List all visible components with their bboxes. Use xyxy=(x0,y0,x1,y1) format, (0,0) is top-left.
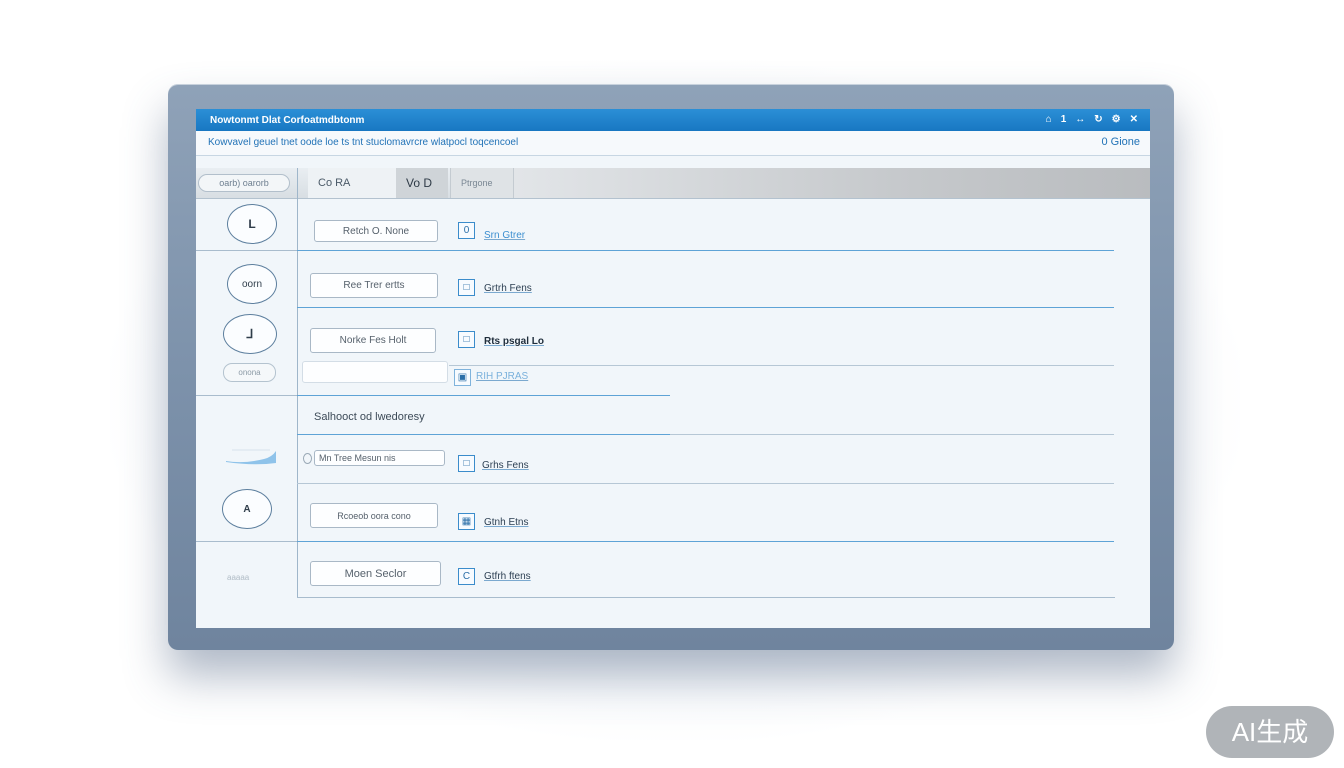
row-action-button[interactable]: Norke Fes Holt xyxy=(310,328,436,353)
row-action-button[interactable]: Ree Trer ertts xyxy=(310,273,438,298)
tab-coria[interactable]: Co RA xyxy=(308,168,396,198)
row-action-button[interactable]: Mn Tree Mesun nis xyxy=(314,450,445,466)
row-link[interactable]: Gtfrh ftens xyxy=(484,571,531,582)
tab-vod[interactable]: Vo D xyxy=(396,168,448,198)
avatar-caption: onona xyxy=(223,363,276,382)
section-separator xyxy=(297,434,670,435)
wave-icon xyxy=(226,449,276,465)
column-divider xyxy=(297,168,298,598)
row-separator xyxy=(297,541,1114,542)
avatar-glyph: L xyxy=(248,217,256,231)
row-link[interactable]: Gtnh Etns xyxy=(484,517,528,528)
app-window: Nowtonmt Dlat Corfoatmdbtonm ⌂ 1 ↔ ↻ ⚙ ✕… xyxy=(196,109,1150,628)
sub-header: Kowvavel geuel tnet oode loe ts tnt stuc… xyxy=(196,131,1150,156)
item-count[interactable]: 0 Gione xyxy=(1101,136,1140,148)
section-separator-tail xyxy=(670,434,1114,435)
avatar-label: oorn xyxy=(241,278,262,290)
row-link[interactable]: Grtrh Fens xyxy=(484,283,532,294)
row-separator xyxy=(297,395,670,396)
avatar[interactable]: oorn xyxy=(227,264,277,304)
ai-generated-badge: AI生成 xyxy=(1206,706,1334,758)
row-separator xyxy=(449,365,1114,366)
row-checkbox[interactable]: □ xyxy=(458,331,475,348)
row-link[interactable]: Srn Gtrer xyxy=(484,230,525,241)
row-checkbox[interactable]: C xyxy=(458,568,475,585)
row-checkbox[interactable]: 0 xyxy=(458,222,475,239)
section-title: Salhooct od lwedoresy xyxy=(314,411,425,423)
row-link[interactable]: RIH PJRAS xyxy=(476,371,528,382)
row-action-button[interactable]: Moen Seclor xyxy=(310,561,441,586)
left-separator xyxy=(196,541,297,542)
tab-ptrgone[interactable]: Ptrgone xyxy=(450,168,514,198)
avatar[interactable]: L xyxy=(227,204,277,244)
radio-button[interactable] xyxy=(303,453,312,464)
title-controls: ⌂ 1 ↔ ↻ ⚙ ✕ xyxy=(1046,109,1138,131)
bottom-separator xyxy=(297,597,1115,598)
side-filter-tab[interactable]: oarb) oarorb xyxy=(198,174,290,192)
row-action-button[interactable]: Rcoeob oora cono xyxy=(310,503,438,528)
avatar-glyph: ⅃ xyxy=(246,327,254,341)
left-separator xyxy=(196,250,297,251)
avatar[interactable]: ⅃ xyxy=(223,314,277,354)
home-icon[interactable]: ⌂ xyxy=(1046,109,1052,131)
header-description: Kowvavel geuel tnet oode loe ts tnt stuc… xyxy=(208,137,519,148)
avatar[interactable]: A xyxy=(222,489,272,529)
row-separator xyxy=(297,307,1114,308)
row-separator xyxy=(297,483,1114,484)
tab-bar: oarb) oarorb Co RA Vo D Ptrgone xyxy=(196,168,1150,199)
gear-icon[interactable]: ⚙ xyxy=(1112,109,1121,131)
window-title: Nowtonmt Dlat Corfoatmdbtonm xyxy=(210,114,365,126)
row-action-button[interactable]: Retch O. None xyxy=(314,220,438,242)
title-bar: Nowtonmt Dlat Corfoatmdbtonm ⌂ 1 ↔ ↻ ⚙ ✕ xyxy=(196,109,1150,131)
empty-input[interactable] xyxy=(302,361,448,383)
left-separator xyxy=(196,395,297,396)
row-link[interactable]: Grhs Fens xyxy=(482,460,529,471)
refresh-icon[interactable]: ↻ xyxy=(1094,109,1102,131)
counter-icon[interactable]: 1 xyxy=(1061,109,1067,131)
tab-bar-fill xyxy=(514,168,1150,198)
close-icon[interactable]: ✕ xyxy=(1130,109,1138,131)
row-checkbox[interactable]: ▣ xyxy=(454,369,471,386)
row-side-label: aaaaa xyxy=(227,573,250,582)
row-separator xyxy=(297,250,1114,251)
avatar-glyph: A xyxy=(243,503,251,515)
row-link[interactable]: Rts psgal Lo xyxy=(484,336,544,347)
swap-icon[interactable]: ↔ xyxy=(1075,109,1085,131)
row-checkbox[interactable]: ▦ xyxy=(458,513,475,530)
row-checkbox[interactable]: □ xyxy=(458,455,475,472)
row-checkbox[interactable]: □ xyxy=(458,279,475,296)
